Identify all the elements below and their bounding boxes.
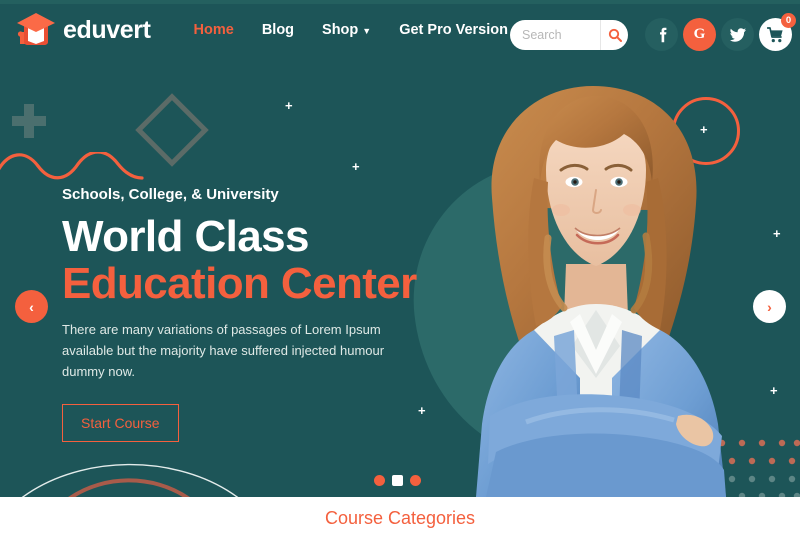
decorative-plus-icon: +: [773, 226, 781, 241]
social-links: G 0: [645, 13, 796, 51]
decorative-arc-orange: [68, 478, 190, 497]
hero-eyebrow: Schools, College, & University: [62, 186, 279, 203]
start-course-button[interactable]: Start Course: [62, 404, 179, 443]
carousel-dot-3[interactable]: [410, 475, 421, 486]
carousel-next-button[interactable]: ›: [753, 290, 786, 323]
nav-item-label: Shop: [322, 22, 359, 38]
nav-item-label: Blog: [261, 22, 295, 38]
nav-item-get-pro-version[interactable]: Get Pro Version: [399, 22, 508, 38]
section-title-text: Course Categories: [324, 508, 476, 528]
hero-title-line2: Education Center: [62, 259, 417, 309]
decorative-plus-large-icon: [12, 104, 46, 138]
decorative-plus-icon: +: [352, 159, 360, 174]
nav-item-shop[interactable]: Shop ▼: [322, 22, 371, 38]
twitter-icon[interactable]: [721, 18, 754, 51]
hero-banner: + + + + + + eduvert Home Blog Shop ▼ Get…: [0, 0, 800, 497]
section-title: Course Categories: [315, 506, 485, 531]
carousel-dots: [374, 475, 421, 486]
shopping-cart-icon: [767, 26, 783, 42]
nav-item-blog[interactable]: Blog: [262, 22, 294, 38]
carousel-dot-2[interactable]: [392, 475, 403, 486]
decorative-plus-icon: +: [285, 98, 293, 113]
search-button[interactable]: [600, 20, 628, 50]
hero-content: Schools, College, & University World Cla…: [62, 186, 442, 443]
cart-badge-count: 0: [781, 13, 796, 28]
search-input[interactable]: [510, 21, 600, 49]
chevron-down-icon: ▼: [362, 25, 372, 36]
site-logo[interactable]: eduvert: [16, 12, 151, 48]
landing-page: + + + + + + eduvert Home Blog Shop ▼ Get…: [0, 0, 800, 540]
carousel-dot-1[interactable]: [374, 475, 385, 486]
course-categories-section: Course Categories: [0, 497, 800, 540]
nav-item-label: Home: [193, 22, 234, 38]
cart-button[interactable]: 0: [759, 13, 796, 51]
nav-item-home[interactable]: Home: [194, 22, 234, 38]
hero-paragraph: There are many variations of passages of…: [62, 322, 385, 380]
search-box: [510, 20, 628, 50]
nav-item-label: Get Pro Version: [399, 22, 508, 38]
carousel-prev-button[interactable]: ‹: [15, 290, 48, 323]
facebook-icon[interactable]: [645, 18, 678, 51]
logo-text: eduvert: [63, 15, 151, 44]
decorative-plus-icon: +: [770, 383, 778, 398]
graduation-cap-icon: [16, 12, 56, 48]
decorative-wave-line: [0, 152, 144, 180]
search-icon: [608, 28, 622, 42]
main-navigation: Home Blog Shop ▼ Get Pro Version: [194, 22, 508, 38]
hero-title: World Class Education Center: [62, 213, 442, 307]
hero-person-photo: [430, 78, 760, 497]
google-icon[interactable]: G: [683, 18, 716, 51]
hero-title-line1: World Class: [62, 212, 309, 261]
decorative-diamond-outline-icon: [135, 93, 209, 167]
site-header: eduvert Home Blog Shop ▼ Get Pro Version: [0, 0, 800, 60]
